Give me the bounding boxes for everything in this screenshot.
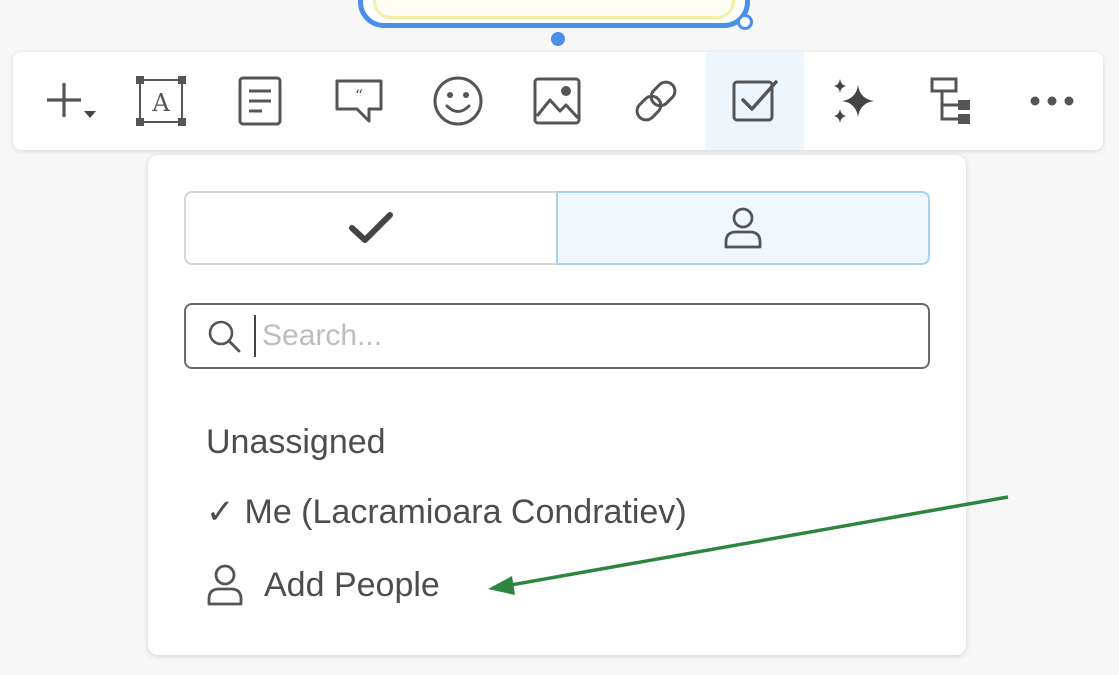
checkmark-icon bbox=[349, 212, 393, 243]
more-button[interactable] bbox=[1003, 52, 1101, 150]
ai-assist-button[interactable] bbox=[805, 52, 903, 150]
assign-task-panel: Unassigned ✓ Me (Lacramioara Condratiev)… bbox=[148, 155, 966, 655]
add-icon bbox=[47, 83, 96, 118]
option-unassigned[interactable]: Unassigned bbox=[206, 420, 386, 464]
people-search-field[interactable] bbox=[184, 303, 930, 369]
add-person-icon bbox=[207, 564, 243, 606]
option-add-people-label: Add People bbox=[264, 565, 440, 604]
task-checkbox-icon bbox=[732, 80, 778, 122]
search-icon bbox=[208, 320, 241, 353]
comment-button[interactable]: “ bbox=[310, 52, 408, 150]
more-icon bbox=[1030, 96, 1074, 106]
option-unassigned-label: Unassigned bbox=[206, 422, 386, 461]
option-me-label: Me (Lacramioara Condratiev) bbox=[244, 492, 687, 531]
image-icon bbox=[533, 77, 581, 125]
link-icon bbox=[635, 80, 677, 122]
tab-complete[interactable] bbox=[184, 191, 556, 265]
comment-icon: “ bbox=[335, 79, 383, 123]
emoji-icon bbox=[433, 76, 483, 126]
option-me[interactable]: ✓ Me (Lacramioara Condratiev) bbox=[206, 490, 687, 534]
sticky-shape-fill bbox=[373, 0, 735, 19]
text-box-button[interactable]: A bbox=[112, 52, 210, 150]
task-button[interactable] bbox=[706, 52, 804, 150]
tab-assignee[interactable] bbox=[556, 191, 930, 265]
note-button[interactable] bbox=[211, 52, 309, 150]
insert-toolbar: A “ bbox=[13, 52, 1103, 150]
connector-handle[interactable] bbox=[551, 32, 565, 46]
option-add-people[interactable]: Add People bbox=[206, 561, 440, 609]
mind-map-button[interactable] bbox=[904, 52, 1002, 150]
add-button[interactable] bbox=[23, 52, 121, 150]
assign-mode-toggle bbox=[184, 191, 930, 265]
ai-sparkle-icon bbox=[834, 79, 874, 123]
svg-text:“: “ bbox=[355, 86, 363, 105]
text-box-icon: A bbox=[136, 76, 186, 126]
svg-text:A: A bbox=[151, 89, 170, 117]
resize-handle[interactable] bbox=[737, 14, 753, 30]
image-button[interactable] bbox=[508, 52, 606, 150]
note-icon bbox=[238, 76, 282, 126]
search-input[interactable] bbox=[254, 315, 904, 357]
selected-canvas-shape[interactable] bbox=[358, 0, 750, 28]
link-button[interactable] bbox=[607, 52, 705, 150]
person-icon bbox=[724, 207, 762, 249]
selected-check-icon: ✓ bbox=[206, 493, 235, 531]
mind-map-icon bbox=[930, 77, 970, 124]
emoji-button[interactable] bbox=[409, 52, 507, 150]
